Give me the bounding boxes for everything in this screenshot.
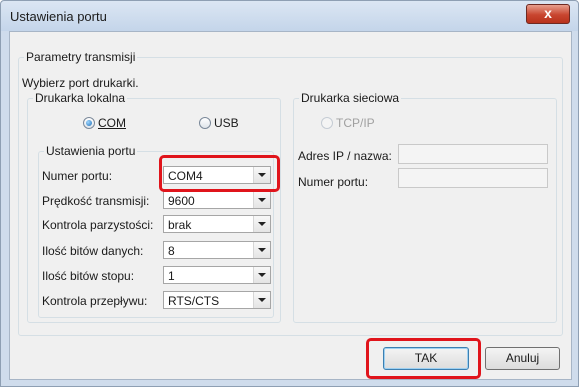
local-printer-legend: Drukarka lokalna bbox=[35, 91, 126, 105]
data-bits-label: Ilość bitów danych: bbox=[42, 244, 144, 258]
baud-rate-label: Prędkość transmisji: bbox=[42, 194, 150, 208]
network-printer-legend: Drukarka sieciowa bbox=[301, 91, 400, 105]
port-number-select[interactable]: COM4 bbox=[163, 166, 271, 184]
dialog-client-area: Parametry transmisji Wybierz port drukar… bbox=[9, 31, 572, 380]
chevron-down-icon[interactable] bbox=[253, 192, 270, 208]
stop-bits-label: Ilość bitów stopu: bbox=[42, 269, 135, 283]
chevron-down-icon[interactable] bbox=[253, 167, 270, 183]
port-number-label: Numer portu: bbox=[42, 169, 113, 183]
chevron-down-icon[interactable] bbox=[253, 242, 270, 258]
network-port-label: Numer portu: bbox=[298, 175, 369, 189]
port-number-value: COM4 bbox=[168, 169, 203, 183]
flow-control-value: RTS/CTS bbox=[168, 294, 220, 308]
baud-rate-select[interactable]: 9600 bbox=[163, 191, 271, 209]
chevron-down-icon[interactable] bbox=[253, 267, 270, 283]
window-title: Ustawienia portu bbox=[10, 9, 107, 24]
instruction-text: Wybierz port drukarki. bbox=[22, 76, 139, 90]
network-port-input[interactable] bbox=[398, 168, 548, 188]
baud-rate-value: 9600 bbox=[168, 194, 195, 208]
tcpip-radio-label[interactable]: TCP/IP bbox=[336, 116, 375, 130]
close-button[interactable]: x bbox=[526, 4, 570, 24]
stop-bits-value: 1 bbox=[168, 269, 175, 283]
cancel-button[interactable]: Anuluj bbox=[485, 347, 560, 370]
chevron-down-icon[interactable] bbox=[253, 216, 270, 232]
parity-label: Kontrola parzystości: bbox=[42, 218, 154, 232]
com-radio[interactable] bbox=[83, 117, 95, 129]
usb-radio[interactable] bbox=[199, 117, 211, 129]
com-radio-label[interactable]: COM bbox=[98, 116, 126, 130]
flow-control-select[interactable]: RTS/CTS bbox=[163, 291, 271, 309]
network-printer-group: Drukarka sieciowa bbox=[293, 91, 557, 323]
stop-bits-select[interactable]: 1 bbox=[163, 266, 271, 284]
tcpip-radio[interactable] bbox=[321, 117, 333, 129]
chevron-down-icon[interactable] bbox=[253, 292, 270, 308]
close-icon: x bbox=[544, 5, 552, 21]
data-bits-value: 8 bbox=[168, 244, 175, 258]
ok-button[interactable]: TAK bbox=[383, 347, 469, 370]
title-bar: Ustawienia portu x bbox=[1, 1, 578, 31]
ip-address-label: Adres IP / nazwa: bbox=[298, 149, 392, 163]
parity-value: brak bbox=[168, 218, 192, 232]
port-settings-legend: Ustawienia portu bbox=[46, 144, 136, 158]
ip-address-input[interactable] bbox=[398, 144, 548, 164]
usb-radio-label[interactable]: USB bbox=[214, 116, 239, 130]
transmission-params-legend: Parametry transmisji bbox=[26, 50, 136, 64]
data-bits-select[interactable]: 8 bbox=[163, 241, 271, 259]
flow-control-label: Kontrola przepływu: bbox=[42, 294, 148, 308]
dialog-window: Ustawienia portu x Parametry transmisji … bbox=[0, 0, 579, 387]
parity-select[interactable]: brak bbox=[163, 215, 271, 233]
